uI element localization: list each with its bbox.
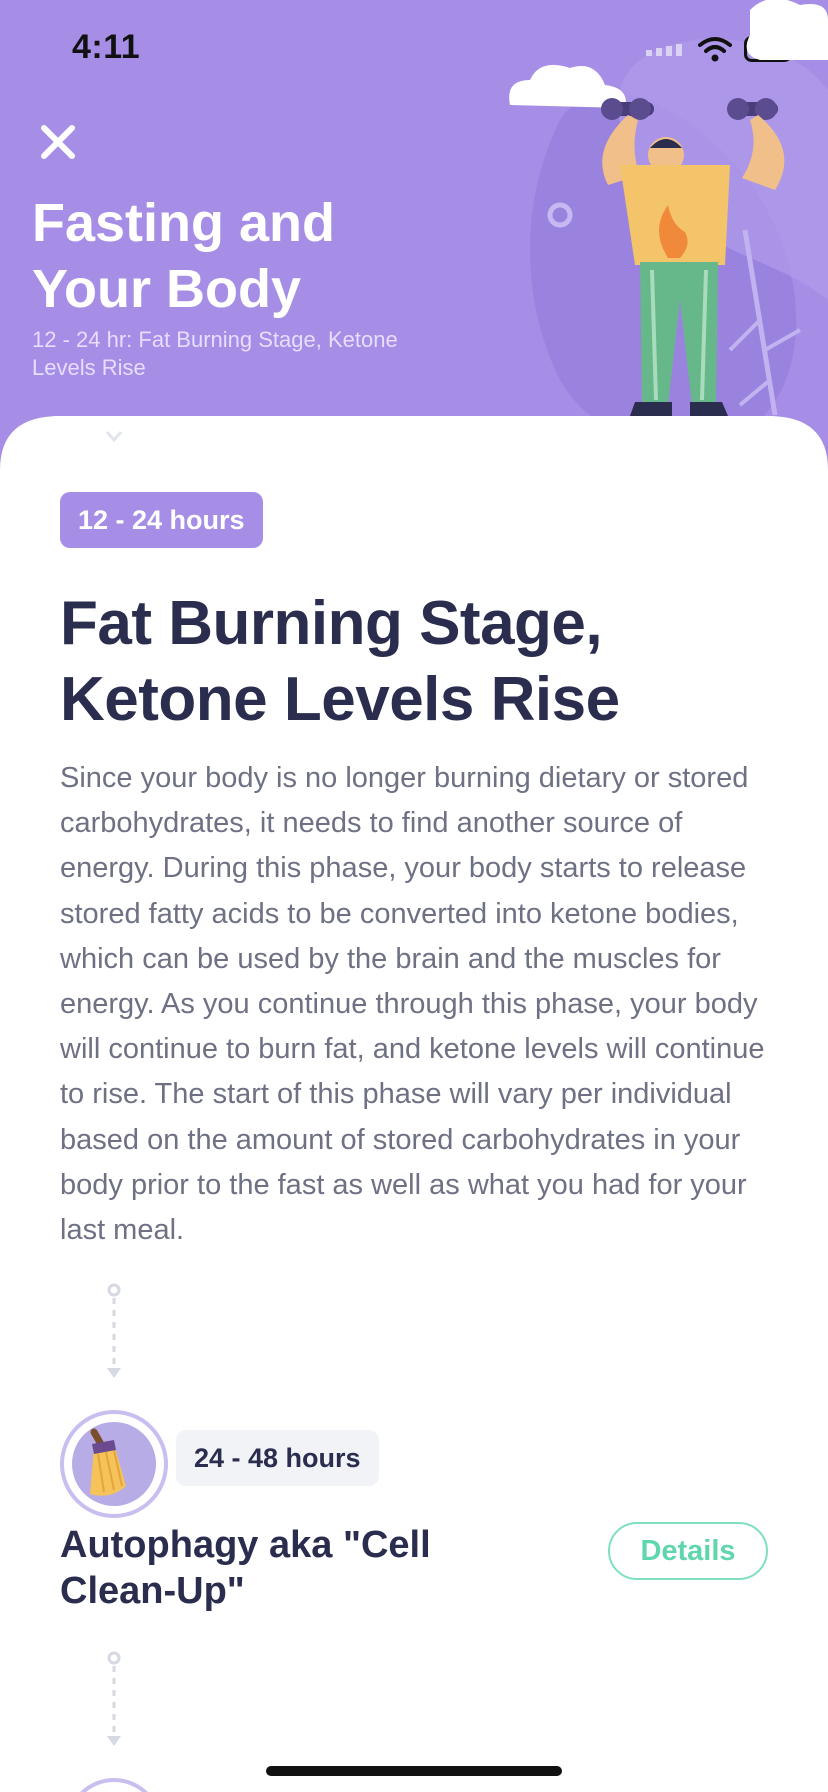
next-stage-icon: [60, 1410, 168, 1518]
weightlifting-person-illustration: [509, 0, 828, 416]
status-time: 4:11: [72, 28, 141, 66]
current-stage-title: Fat Burning Stage, Ketone Levels Rise: [60, 589, 620, 734]
current-stage-description: Since your body is no longer burning die…: [60, 762, 765, 1247]
close-icon: [41, 125, 75, 159]
timeline-connector-2: [107, 1651, 121, 1746]
next-stage-time-badge: 24 - 48 hours: [176, 1430, 379, 1486]
home-indicator[interactable]: [266, 1766, 562, 1776]
header: 4:11 Fasting and Your Body 12 - 24 hr: F…: [0, 0, 828, 470]
page-title: Fasting and Your Body: [32, 193, 336, 319]
details-button[interactable]: Details: [608, 1522, 768, 1580]
timeline-arrow-icon: [105, 431, 123, 443]
timeline-connector-1: [107, 1283, 121, 1378]
current-stage-time-badge: 12 - 24 hours: [60, 492, 263, 548]
page-subtitle: 12 - 24 hr: Fat Burning Stage, Ketone Le…: [32, 327, 398, 380]
broom-icon: [72, 1422, 156, 1506]
close-button[interactable]: [34, 118, 82, 166]
next-stage-title[interactable]: Autophagy aka "Cell Clean-Up": [60, 1522, 500, 1614]
